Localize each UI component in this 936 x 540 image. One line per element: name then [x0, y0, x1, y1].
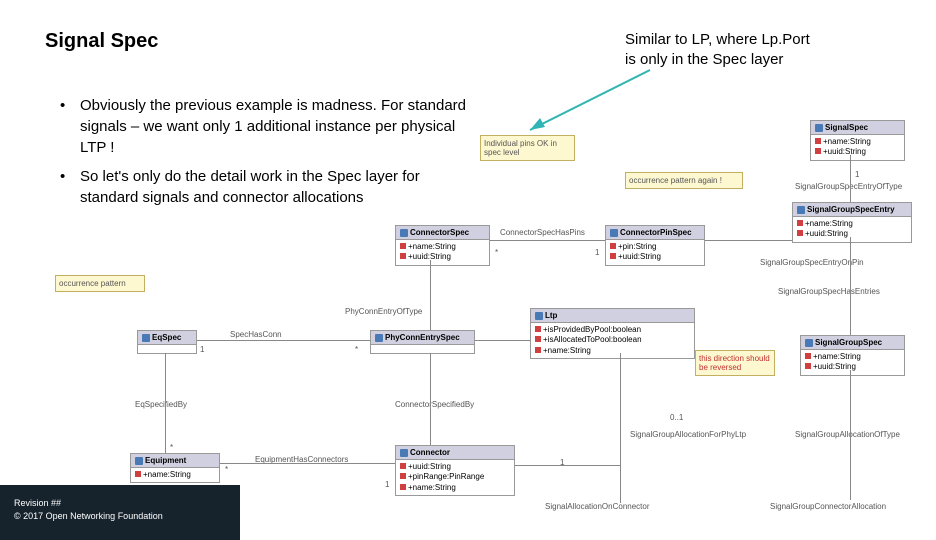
label-sigalloconconnector: SignalAllocationOnConnector — [545, 502, 650, 511]
class-connector: Connector +uuid:String+pinRange:PinRange… — [395, 445, 515, 496]
note-occurrence: occurrence pattern — [55, 275, 145, 292]
mult: * — [495, 248, 498, 257]
label-connectorspec-haspins: ConnectorSpecHasPins — [500, 228, 585, 237]
assoc-line — [165, 353, 166, 453]
label-phyconnentryoftype: PhyConnEntryOfType — [345, 307, 422, 316]
label-eqspecifiedby: EqSpecifiedBy — [135, 400, 187, 409]
assoc-line — [705, 240, 792, 241]
mult: 1 — [595, 248, 599, 257]
note-direction: this direction should be reversed — [695, 350, 775, 376]
assoc-line — [850, 237, 851, 335]
footer-revision: Revision ## — [14, 497, 226, 510]
class-phyconnentryspec: PhyConnEntrySpec — [370, 330, 475, 354]
assoc-line — [475, 340, 530, 341]
footer-copyright: © 2017 Open Networking Foundation — [14, 510, 226, 523]
class-eqspec: EqSpec — [137, 330, 197, 354]
class-ltp: Ltp +isProvidedByPool:boolean+isAllocate… — [530, 308, 695, 359]
assoc-line — [515, 465, 620, 466]
class-equipment: Equipment +name:String — [130, 453, 220, 483]
assoc-line — [490, 240, 605, 241]
class-signalgroupspecentry: SignalGroupSpecEntry +name:String+uuid:S… — [792, 202, 912, 243]
label-connspecifiedby: ConnectorSpecifiedBy — [395, 400, 474, 409]
class-signalgroupspec: SignalGroupSpec +name:String+uuid:String — [800, 335, 905, 376]
mult: 1 — [200, 345, 204, 354]
bullet-item: Obviously the previous example is madnes… — [60, 95, 480, 158]
label-siggroupconnalloc: SignalGroupConnectorAllocation — [770, 502, 886, 511]
mult: * — [170, 443, 173, 452]
label-spechasentries: SignalGroupSpecHasEntries — [778, 287, 880, 296]
bullet-list: Obviously the previous example is madnes… — [60, 95, 480, 216]
mult: 1 — [385, 480, 389, 489]
class-signalspec: SignalSpec +name:String+uuid:String — [810, 120, 905, 161]
mult: 1 — [855, 170, 859, 179]
label-specentryoftype: SignalGroupSpecEntryOfType — [795, 182, 902, 191]
assoc-line — [430, 260, 431, 330]
page-title: Signal Spec — [45, 30, 158, 53]
mult: 0..1 — [670, 413, 683, 422]
mult: * — [225, 465, 228, 474]
class-connectorspec: ConnectorSpec +name:String+uuid:String — [395, 225, 490, 266]
assoc-line — [220, 463, 395, 464]
assoc-line — [850, 370, 851, 500]
label-siggroupallocoftype: SignalGroupAllocationOfType — [795, 430, 900, 439]
label-specentryonpin: SignalGroupSpecEntryOnPin — [760, 258, 864, 267]
mult: * — [355, 345, 358, 354]
assoc-line — [620, 353, 621, 503]
mult: 1 — [560, 458, 564, 467]
callout-arrow — [520, 60, 660, 140]
label-spechasconn: SpecHasConn — [230, 330, 282, 339]
assoc-line — [850, 155, 851, 202]
note-pattern-top: occurrence pattern again ! — [625, 172, 743, 189]
class-connectorpinspec: ConnectorPinSpec +pin:String+uuid:String — [605, 225, 705, 266]
assoc-line — [197, 340, 370, 341]
assoc-line — [430, 353, 431, 445]
bullet-item: So let's only do the detail work in the … — [60, 166, 480, 208]
label-siggroupallocphyltp: SignalGroupAllocationForPhyLtp — [630, 430, 746, 439]
footer: Revision ## © 2017 Open Networking Found… — [0, 485, 240, 540]
